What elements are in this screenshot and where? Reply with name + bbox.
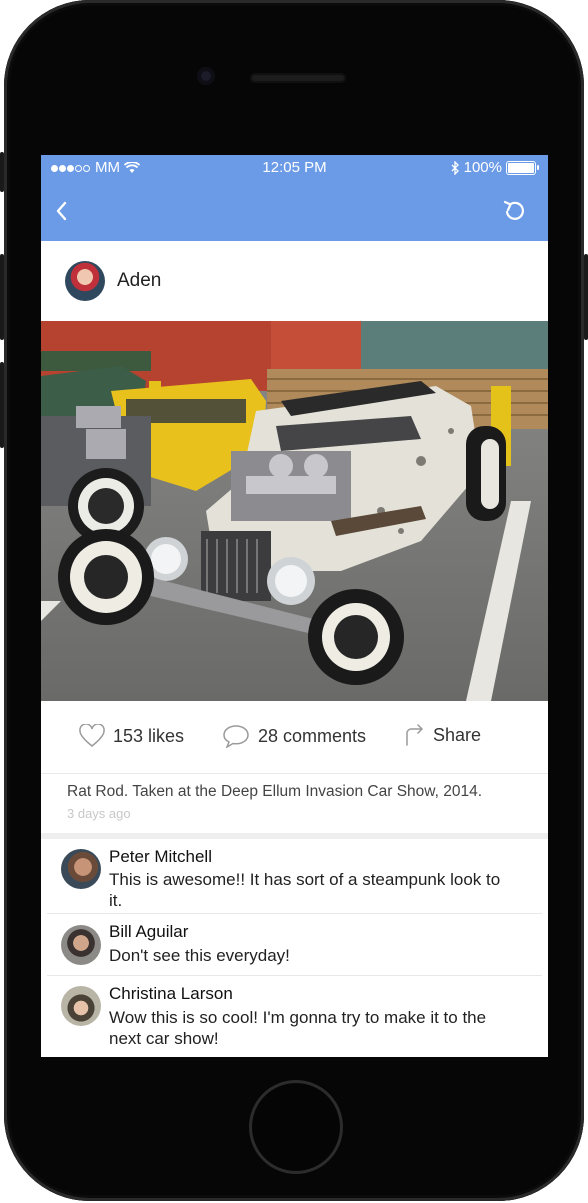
post-author-header[interactable]: Aden (41, 241, 548, 319)
post-timestamp: 3 days ago (67, 806, 131, 821)
comment-avatar[interactable] (61, 925, 101, 965)
comment-avatar[interactable] (61, 986, 101, 1026)
comment-bubble-icon (223, 725, 249, 748)
comment-text: Wow this is so cool! I'm gonna try to ma… (109, 1008, 487, 1048)
comment-text: This is awesome!! It has sort of a steam… (109, 870, 501, 910)
comment-author[interactable]: Christina Larson (109, 984, 233, 1004)
comment-author[interactable]: Bill Aguilar (109, 922, 188, 942)
comment-avatar[interactable] (61, 849, 101, 889)
comment-item[interactable]: Bill Aguilar Don't see this everyday! (47, 914, 542, 976)
post-actions-bar: 153 likes 28 comments Share (41, 701, 548, 774)
earpiece-speaker (250, 73, 346, 83)
like-button[interactable]: 153 likes (79, 724, 184, 748)
comment-item[interactable]: Peter Mitchell This is awesome!! It has … (47, 839, 542, 914)
post-photo[interactable] (41, 321, 548, 701)
power-button (584, 254, 588, 340)
mute-switch (0, 152, 4, 192)
likes-count: 153 likes (113, 725, 185, 746)
volume-up-button (0, 254, 4, 340)
volume-down-button (0, 362, 4, 448)
refresh-icon[interactable] (502, 198, 528, 224)
chevron-left-icon[interactable] (51, 199, 75, 223)
share-label: Share (433, 724, 482, 745)
comment-author[interactable]: Peter Mitchell (109, 847, 212, 867)
home-button[interactable] (252, 1083, 340, 1171)
comment-button[interactable]: 28 comments (222, 724, 366, 748)
front-camera (197, 67, 215, 85)
comment-text: Don't see this everyday! (109, 946, 290, 965)
app-screen: MM 12:05 PM 100% Aden 153 likes 28 comme… (41, 155, 548, 1057)
share-button[interactable]: Share (405, 724, 481, 746)
comment-item[interactable]: Christina Larson Wow this is so cool! I'… (47, 976, 542, 1056)
battery-icon (506, 160, 539, 175)
status-right: 100% (451, 159, 539, 176)
post-caption: Rat Rod. Taken at the Deep Ellum Invasio… (67, 783, 483, 800)
comments-list: Peter Mitchell This is awesome!! It has … (41, 839, 548, 1056)
navigation-bar (41, 181, 548, 241)
bluetooth-icon (451, 160, 459, 175)
heart-icon (79, 724, 105, 747)
battery-percent: 100% (463, 159, 502, 176)
share-arrow-icon (406, 724, 423, 746)
comments-count: 28 comments (258, 725, 367, 746)
author-name[interactable]: Aden (117, 270, 161, 292)
status-bar: MM 12:05 PM 100% (41, 155, 548, 181)
author-avatar[interactable] (65, 261, 105, 301)
